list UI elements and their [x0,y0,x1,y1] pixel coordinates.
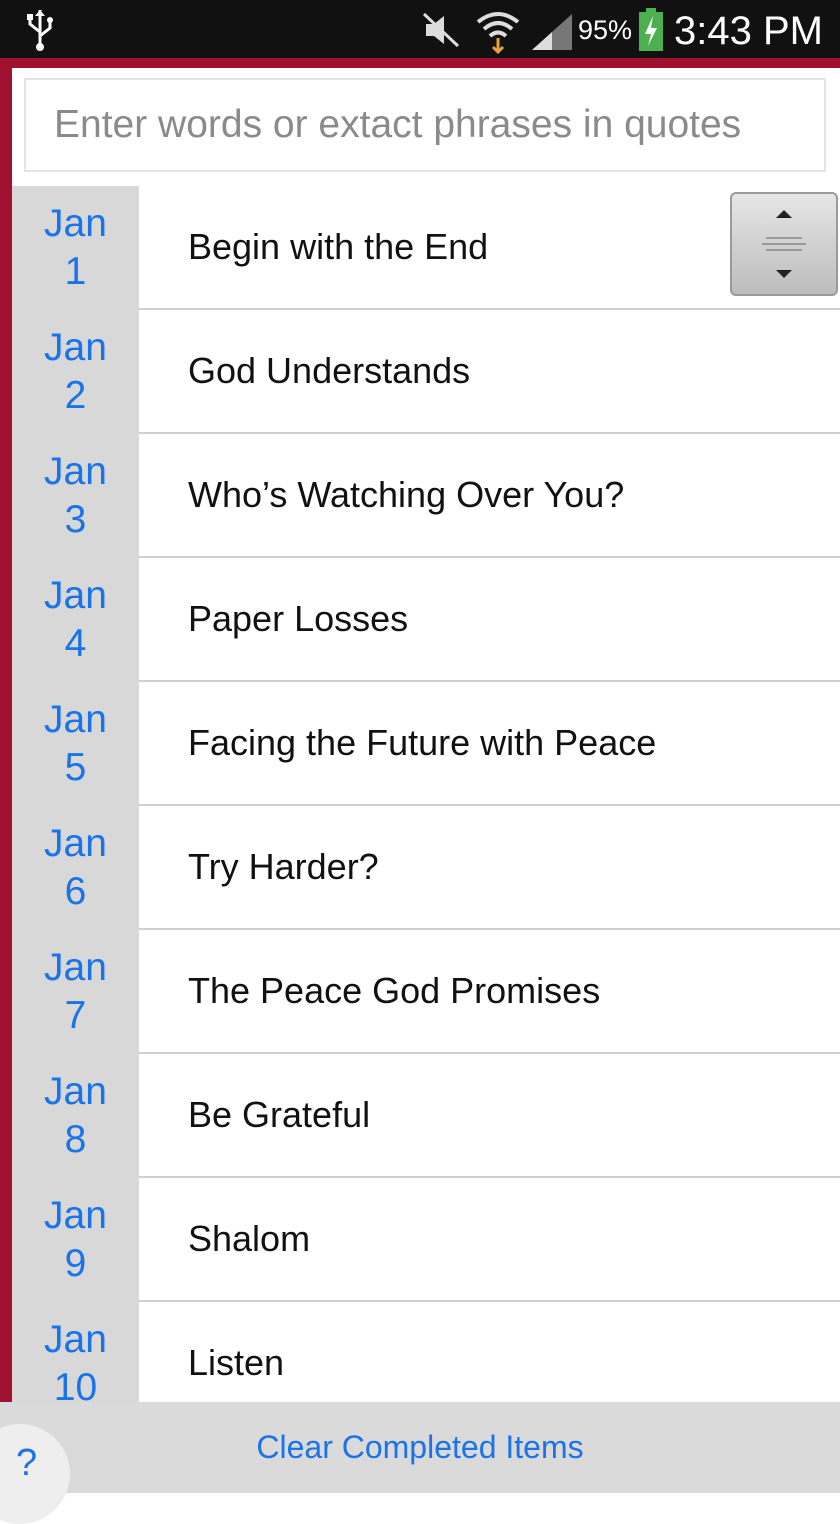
date-cell: Jan 8 [12,1054,139,1178]
list-item[interactable]: Jan 7 The Peace God Promises [12,930,840,1054]
battery-percentage: 95% [578,15,633,45]
wifi-icon [476,12,520,54]
date-cell: Jan 1 [12,186,139,310]
scroll-grip-icon [762,210,806,278]
list-item[interactable]: Jan 6 Try Harder? [12,806,840,930]
date-cell: Jan 4 [12,558,139,682]
date-month: Jan [44,946,107,989]
list-item[interactable]: Jan 1 Begin with the End [12,186,840,310]
date-day: 7 [64,994,87,1037]
date-day: 9 [64,1242,87,1285]
clock: 3:43 PM [674,9,823,53]
item-title: Who’s Watching Over You? [188,474,625,515]
date-cell: Jan 3 [12,434,139,558]
date-day: 3 [64,498,87,541]
date-month: Jan [44,450,107,493]
list-item[interactable]: Jan 2 God Understands [12,310,840,434]
list-item[interactable]: Jan 9 Shalom [12,1178,840,1302]
item-title: Shalom [188,1218,311,1259]
date-cell: Jan 2 [12,310,139,434]
item-title: God Understands [188,350,471,391]
signal-icon [532,14,572,50]
battery-charging-icon [639,8,663,51]
date-cell: Jan 5 [12,682,139,806]
reading-list: Jan 1 Begin with the End Jan 2 God Under… [12,186,840,1426]
date-cell: Jan 6 [12,806,139,930]
date-cell: Jan 9 [12,1178,139,1302]
date-month: Jan [44,698,107,741]
date-month: Jan [44,822,107,865]
item-title: The Peace God Promises [188,970,601,1011]
item-title: Be Grateful [188,1094,371,1135]
date-month: Jan [44,326,107,369]
date-day: 6 [64,870,87,913]
item-title: Paper Losses [188,598,409,639]
list-item[interactable]: Jan 8 Be Grateful [12,1054,840,1178]
date-cell: Jan 7 [12,930,139,1054]
date-day: 8 [64,1118,87,1161]
list-item[interactable]: Jan 3 Who’s Watching Over You? [12,434,840,558]
status-bar: 95% 3:43 PM [0,0,840,58]
item-title: Begin with the End [188,226,489,267]
date-day: 2 [64,374,87,417]
date-month: Jan [44,1318,107,1361]
item-title: Facing the Future with Peace [188,722,657,763]
date-day: 5 [64,746,87,789]
date-month: Jan [44,202,107,245]
date-month: Jan [44,1070,107,1113]
search-bar [12,68,840,186]
clear-completed-button[interactable]: Clear Completed Items [0,1402,840,1493]
date-month: Jan [44,1194,107,1237]
usb-icon [27,10,53,51]
date-day: 1 [64,250,87,293]
mute-icon [422,12,460,48]
fast-scroll-thumb[interactable] [730,192,838,296]
date-month: Jan [44,574,107,617]
search-input[interactable] [24,78,826,172]
list-item[interactable]: Jan 4 Paper Losses [12,558,840,682]
date-day: 4 [64,622,87,665]
item-title: Try Harder? [188,846,379,887]
bottom-bar: Clear Completed Items [0,1402,840,1493]
app-content: Jan 1 Begin with the End Jan 2 God Under… [12,68,840,1493]
list-item[interactable]: Jan 5 Facing the Future with Peace [12,682,840,806]
